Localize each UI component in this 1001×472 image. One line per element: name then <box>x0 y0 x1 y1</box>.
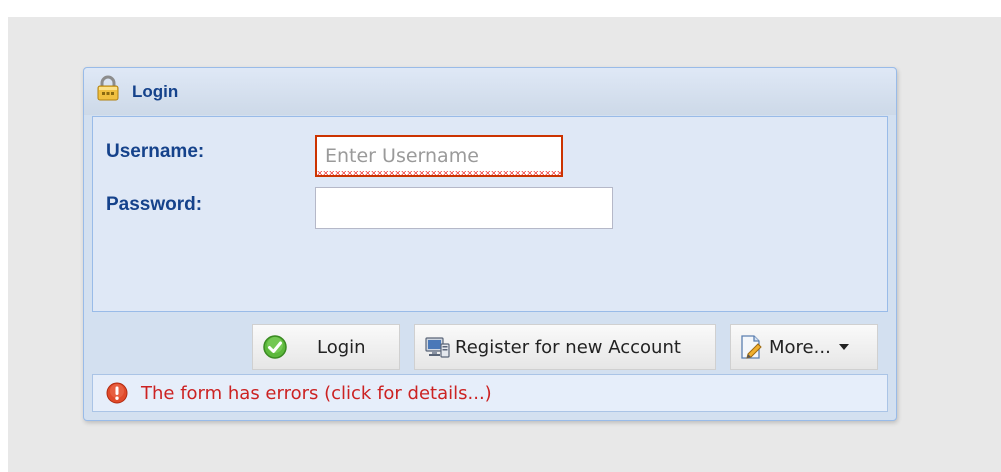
username-input[interactable] <box>315 135 563 177</box>
panel-header: Login <box>84 68 896 115</box>
document-edit-icon <box>741 335 762 359</box>
error-message: The form has errors (click for details..… <box>141 382 492 404</box>
register-button[interactable]: Register for new Account <box>414 324 716 370</box>
register-button-label: Register for new Account <box>455 336 681 358</box>
username-label: Username: <box>106 141 205 162</box>
panel-title: Login <box>132 82 179 101</box>
password-label: Password: <box>106 194 203 215</box>
password-input[interactable] <box>315 187 613 229</box>
login-button-label: Login <box>317 336 366 358</box>
check-circle-icon <box>263 335 287 359</box>
page-background: Login Username: Password: Login <box>8 17 1001 472</box>
login-panel: Login Username: Password: Login <box>83 67 897 421</box>
more-menu-button[interactable]: More... <box>730 324 878 370</box>
lock-icon <box>97 75 119 101</box>
form-error-status[interactable]: The form has errors (click for details..… <box>92 374 888 412</box>
login-button[interactable]: Login <box>252 324 400 370</box>
error-icon <box>106 382 128 404</box>
more-button-label: More... <box>769 336 831 358</box>
form-body: Username: Password: <box>92 116 888 312</box>
dropdown-arrow-icon <box>838 344 849 350</box>
computer-register-icon <box>425 337 450 358</box>
